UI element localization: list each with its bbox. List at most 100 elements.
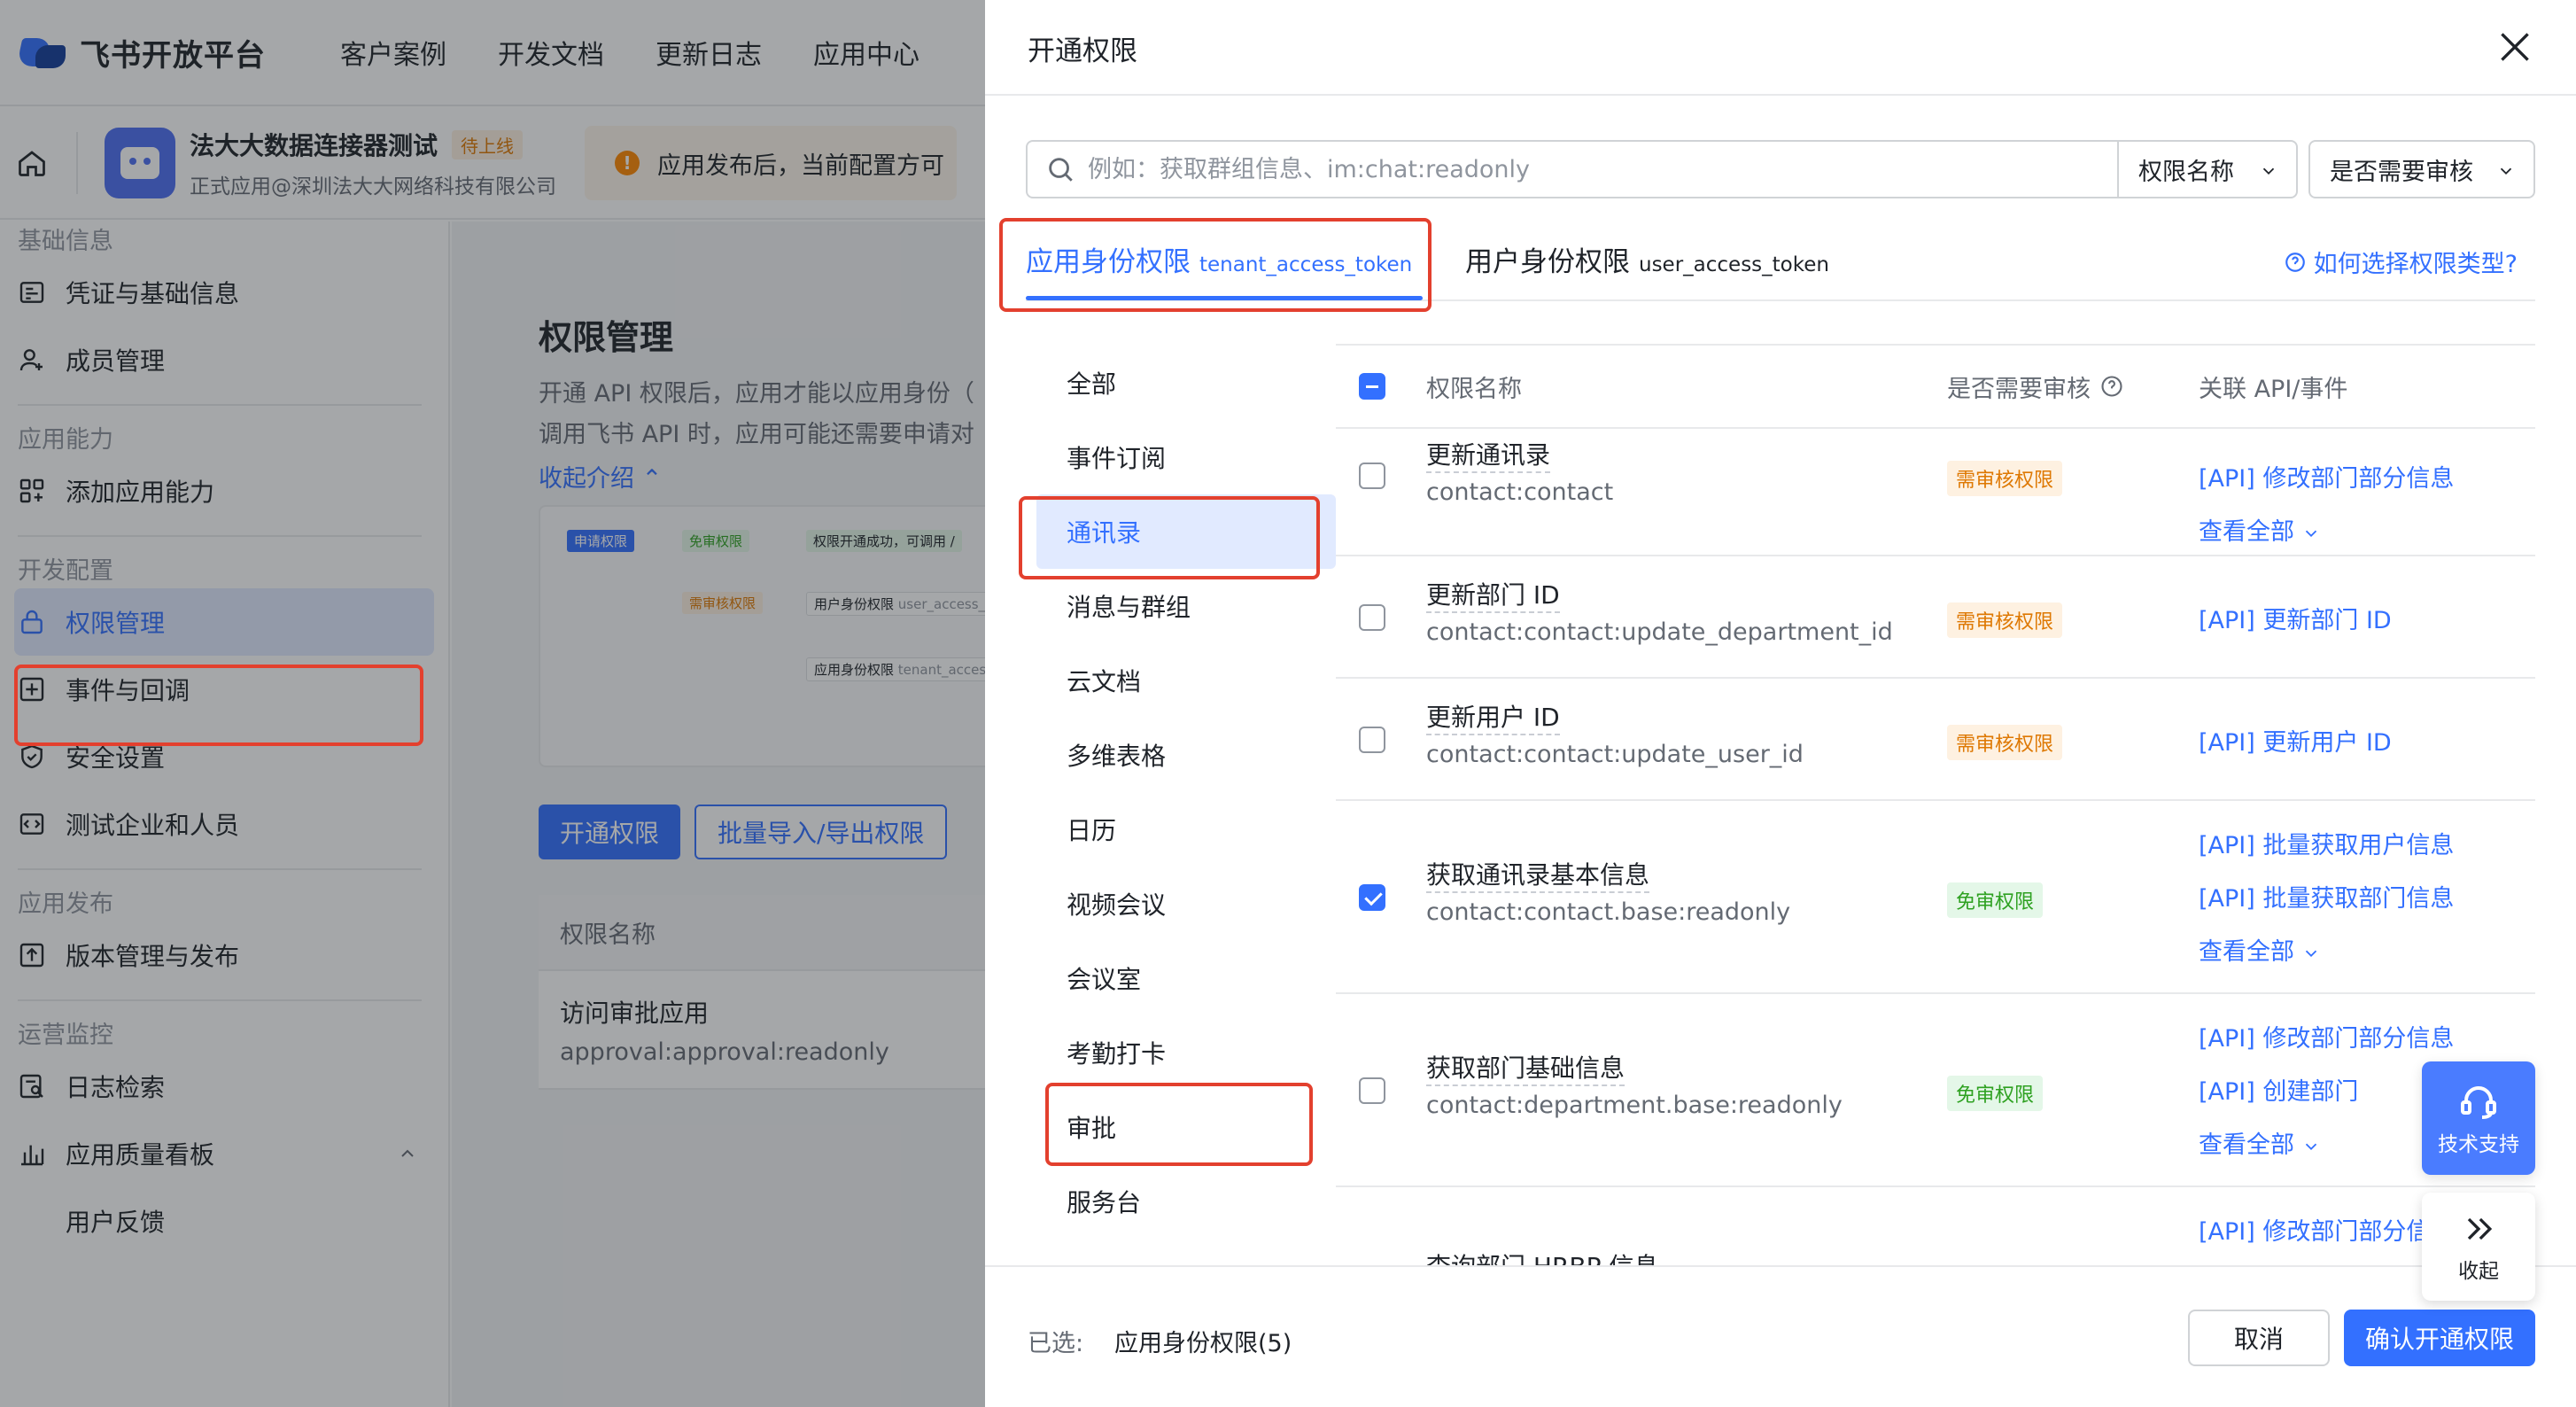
select-value: 权限名称 xyxy=(2138,158,2234,186)
table-body: 更新通讯录 contact:contact 需审核权限 [API] 修改部门部分… xyxy=(1336,400,2535,1265)
view-all-label: 查看全部 xyxy=(2199,1131,2294,1159)
permission-name: 获取通讯录基本信息 xyxy=(1426,859,1650,893)
api-link[interactable]: [API] 创建部门 xyxy=(2199,1072,2358,1107)
table-row: 获取通讯录基本信息 contact:contact.base:readonly … xyxy=(1336,801,2535,994)
category-bitable[interactable]: 多维表格 xyxy=(1036,718,1336,792)
category-calendar[interactable]: 日历 xyxy=(1036,792,1336,867)
permission-name: 获取部门基础信息 xyxy=(1426,1053,1626,1086)
active-tab-indicator xyxy=(1026,296,1423,300)
drawer-title: 开通权限 xyxy=(1028,35,1137,67)
table-row: 更新用户 ID contact:contact:update_user_id 需… xyxy=(1336,679,2535,801)
row-checkbox[interactable] xyxy=(1359,463,1385,489)
api-link[interactable]: [API] 修改部门部分信 xyxy=(2199,1212,2430,1247)
column-permission-name: 权限名称 xyxy=(1426,375,1522,403)
modal-mask[interactable] xyxy=(0,0,985,1407)
view-all-link[interactable]: 查看全部 xyxy=(2199,1125,2321,1160)
permission-code: contact:department.base:readonly xyxy=(1426,1092,1843,1119)
review-badge: 免审权限 xyxy=(1947,882,2044,918)
view-all-label: 查看全部 xyxy=(2199,938,2294,966)
permission-search xyxy=(1026,140,2160,198)
chevron-down-icon xyxy=(2305,1143,2317,1150)
permission-name: 更新部门 ID xyxy=(1426,579,1560,613)
collapse-label: 收起 xyxy=(2458,1260,2499,1283)
selected-value: 应用身份权限(5) xyxy=(1114,1330,1292,1357)
chevron-down-icon xyxy=(2500,167,2512,175)
headset-icon xyxy=(2461,1086,2496,1119)
tech-support-button[interactable]: 技术支持 xyxy=(2422,1061,2535,1175)
api-link[interactable]: [API] 批量获取用户信息 xyxy=(2199,826,2454,860)
row-checkbox[interactable] xyxy=(1359,727,1385,753)
review-badge: 免审权限 xyxy=(1947,1076,2044,1111)
category-approval[interactable]: 审批 xyxy=(1036,1090,1336,1164)
review-badge: 需审核权限 xyxy=(1947,725,2063,760)
tab-user-permission[interactable]: 用户身份权限 user_access_token xyxy=(1465,239,1829,279)
selected-label: 已选: xyxy=(1028,1330,1084,1357)
view-all-link[interactable]: 查看全部 xyxy=(2199,512,2321,547)
table-row: 更新部门 ID contact:contact:update_departmen… xyxy=(1336,556,2535,679)
permission-code: contact:contact xyxy=(1426,478,1614,506)
tab-token: user_access_token xyxy=(1639,253,1829,276)
select-value: 是否需要审核 xyxy=(2330,158,2473,186)
tab-label: 应用身份权限 xyxy=(1026,246,1191,278)
table-row: 获取部门基础信息 contact:department.base:readonl… xyxy=(1336,994,2535,1187)
category-event[interactable]: 事件订阅 xyxy=(1036,420,1336,494)
table-header: 权限名称 是否需要审核 关联 API/事件 xyxy=(1336,344,2535,429)
filter-need-review-select[interactable]: 是否需要审核 xyxy=(2308,140,2535,198)
category-vc[interactable]: 视频会议 xyxy=(1036,867,1336,941)
row-checkbox[interactable] xyxy=(1359,1077,1385,1104)
category-all[interactable]: 全部 xyxy=(1036,346,1336,420)
category-im[interactable]: 消息与群组 xyxy=(1036,569,1336,643)
category-docs[interactable]: 云文档 xyxy=(1036,643,1336,718)
category-meeting-room[interactable]: 会议室 xyxy=(1036,941,1336,1015)
drawer-footer: 已选: 应用身份权限(5) 取消 确认开通权限 xyxy=(985,1265,2576,1407)
table-row: 查询部门 HRBP 信息 [API] 修改部门部分信 xyxy=(1336,1187,2535,1265)
view-all-link[interactable]: 查看全部 xyxy=(2199,932,2321,967)
tab-tenant-permission[interactable]: 应用身份权限 tenant_access_token xyxy=(1026,239,1412,279)
category-contact[interactable]: 通讯录 xyxy=(1036,494,1336,569)
category-helpdesk[interactable]: 服务台 xyxy=(1036,1164,1336,1239)
tab-label: 用户身份权限 xyxy=(1465,246,1630,278)
review-badge: 需审核权限 xyxy=(1947,602,2063,638)
row-checkbox[interactable] xyxy=(1359,884,1385,911)
confirm-open-permission-button[interactable]: 确认开通权限 xyxy=(2344,1310,2535,1366)
permission-name: 更新用户 ID xyxy=(1426,702,1560,735)
api-link[interactable]: [API] 批量获取部门信息 xyxy=(2199,879,2454,913)
permission-list-table: 权限名称 是否需要审核 关联 API/事件 更新通讯录 contact:cont… xyxy=(1336,344,2535,1265)
permission-code: contact:contact.base:readonly xyxy=(1426,898,1791,926)
view-all-label: 查看全部 xyxy=(2199,518,2294,546)
column-need-review-label: 是否需要审核 xyxy=(1947,375,2091,403)
row-checkbox[interactable] xyxy=(1359,604,1385,631)
permission-type-help-link[interactable]: 如何选择权限类型? xyxy=(2284,245,2518,279)
permission-code: contact:contact:update_department_id xyxy=(1426,618,1893,646)
select-all-checkbox[interactable] xyxy=(1359,373,1385,400)
api-link[interactable]: [API] 修改部门部分信息 xyxy=(2199,1019,2454,1053)
category-attendance[interactable]: 考勤打卡 xyxy=(1036,1015,1336,1090)
double-chevron-right-icon xyxy=(2467,1217,2493,1240)
tech-support-label: 技术支持 xyxy=(2438,1133,2519,1156)
search-input[interactable] xyxy=(1088,155,2151,183)
open-permission-drawer: 开通权限 权限名称 是否需要审核 应用身份权限 tenant_access_to… xyxy=(985,0,2576,1407)
chevron-down-icon xyxy=(2305,530,2317,537)
permission-name: 更新通讯录 xyxy=(1426,439,1551,473)
filter-permission-name-select[interactable]: 权限名称 xyxy=(2117,140,2298,198)
tab-token: tenant_access_token xyxy=(1199,253,1413,276)
column-related-api: 关联 API/事件 xyxy=(2199,375,2348,403)
api-link[interactable]: [API] 更新部门 ID xyxy=(2199,601,2392,635)
help-link-label: 如何选择权限类型? xyxy=(2313,251,2518,278)
permission-name: 查询部门 HRBP 信息 xyxy=(1426,1251,1658,1265)
api-link[interactable]: [API] 更新用户 ID xyxy=(2199,723,2392,758)
review-badge: 需审核权限 xyxy=(1947,461,2063,496)
column-need-review: 是否需要审核 xyxy=(1947,369,2124,404)
collapse-float-button[interactable]: 收起 xyxy=(2422,1193,2535,1301)
close-icon[interactable] xyxy=(2493,25,2537,69)
chevron-down-icon xyxy=(2262,167,2275,175)
permission-code: contact:contact:update_user_id xyxy=(1426,741,1804,768)
permission-type-tabs: 应用身份权限 tenant_access_token 用户身份权限 user_a… xyxy=(1026,227,2535,301)
cancel-button[interactable]: 取消 xyxy=(2188,1310,2330,1366)
question-icon[interactable] xyxy=(2099,374,2124,399)
question-icon xyxy=(2285,252,2305,272)
chevron-down-icon xyxy=(2305,950,2317,957)
search-icon xyxy=(1049,158,1073,182)
api-link[interactable]: [API] 修改部门部分信息 xyxy=(2199,459,2454,494)
drawer-header: 开通权限 xyxy=(985,0,2576,96)
